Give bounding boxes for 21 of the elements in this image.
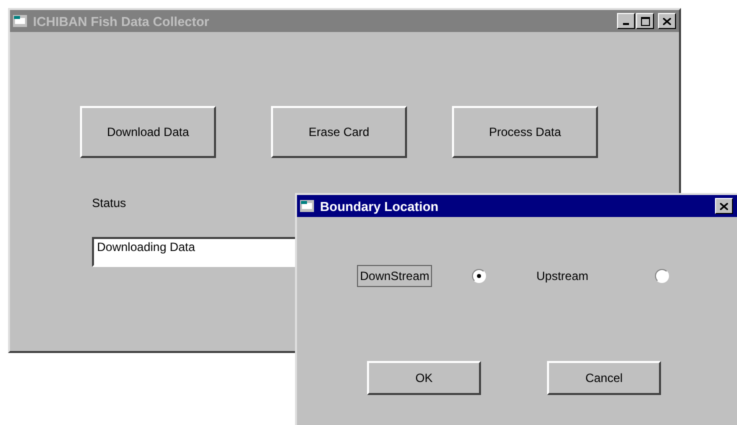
close-button[interactable]	[715, 198, 733, 214]
window-title: ICHIBAN Fish Data Collector	[33, 14, 210, 28]
dialog-button[interactable]: OK	[367, 361, 481, 395]
option-label: Upstream	[535, 268, 590, 285]
close-icon	[663, 18, 671, 24]
radio-button[interactable]	[472, 269, 486, 283]
action-button[interactable]: Download Data	[80, 106, 216, 158]
maximize-button[interactable]	[636, 13, 654, 29]
dialog-button[interactable]: Cancel	[547, 361, 661, 395]
status-label: Status	[92, 196, 126, 210]
window-icon	[13, 15, 27, 27]
option-label: DownStream	[357, 265, 432, 287]
radio-button[interactable]	[655, 269, 670, 283]
window-icon	[300, 200, 314, 212]
maximize-icon	[640, 16, 650, 26]
close-icon	[720, 202, 728, 210]
action-button[interactable]: Erase Card	[271, 106, 407, 158]
action-button[interactable]: Process Data	[452, 106, 598, 158]
dialog-title: Boundary Location	[320, 198, 438, 214]
close-button[interactable]	[658, 13, 676, 29]
minimize-button[interactable]	[617, 13, 635, 29]
